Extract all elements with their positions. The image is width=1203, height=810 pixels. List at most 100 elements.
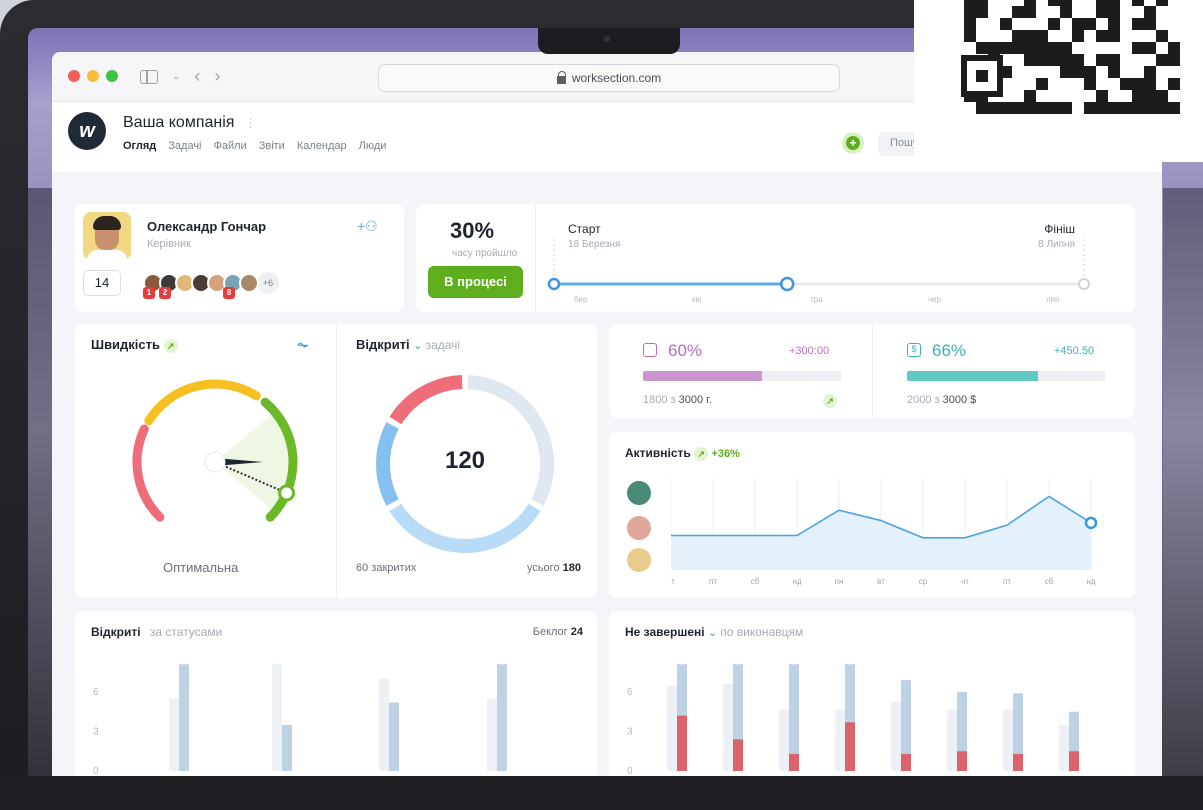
qr-module: [1120, 102, 1132, 114]
qr-module: [1144, 66, 1156, 78]
qr-module: [1156, 30, 1168, 42]
close-button[interactable]: [68, 70, 80, 82]
bar-background: [1059, 724, 1069, 771]
budget-card: 60% +300:00 1800 з 3000 г. ↗ $ 66% +450.…: [609, 324, 1135, 418]
chevron-down-icon[interactable]: ⌄: [413, 340, 425, 352]
plus-icon: +: [846, 136, 860, 150]
chevron-down-icon[interactable]: ⌄: [708, 627, 720, 639]
pulse-icon[interactable]: ⏦: [297, 336, 308, 353]
nav-overview[interactable]: Огляд: [123, 140, 156, 152]
qr-module: [1132, 102, 1144, 114]
bar-background: [1003, 709, 1013, 771]
qr-module: [976, 42, 988, 54]
nav-reports[interactable]: Звіти: [259, 140, 285, 152]
minimize-button[interactable]: [87, 70, 99, 82]
qr-module: [1036, 42, 1048, 54]
qr-module: [1156, 54, 1168, 66]
qr-module: [1084, 18, 1096, 30]
divider: [336, 324, 337, 598]
qr-code: [914, 0, 1203, 162]
qr-module: [1096, 0, 1108, 6]
camera-notch: [538, 28, 680, 54]
x-tick-label: ср: [919, 577, 928, 586]
timeline: бер кві тра чер лип: [547, 239, 1090, 304]
qr-module: [1060, 42, 1072, 54]
team-avatar[interactable]: [239, 273, 259, 293]
donut-blue-segment: [376, 422, 399, 506]
bar-value: [179, 664, 189, 771]
qr-module: [1108, 6, 1120, 18]
avatar[interactable]: [627, 516, 651, 540]
bar-overdue: [845, 722, 855, 771]
bar-background: [667, 685, 677, 771]
qr-module: [1120, 78, 1132, 90]
avatar[interactable]: [627, 481, 651, 505]
total-count-label: усього: [526, 562, 560, 574]
qr-module: [1012, 6, 1024, 18]
time-budget-bar: [643, 371, 841, 381]
y-tick-label: 0: [93, 766, 99, 776]
y-tick-label: 0: [627, 766, 633, 776]
laptop-bottom-bezel: [0, 776, 1203, 810]
x-tick-label: чт: [961, 577, 969, 586]
qr-module: [1108, 30, 1120, 42]
qr-module: [976, 6, 988, 18]
qr-module: [1132, 18, 1144, 30]
add-button[interactable]: +: [842, 132, 864, 154]
member-count[interactable]: 14: [83, 270, 121, 296]
x-tick-label: вт: [877, 577, 885, 586]
avatar[interactable]: [627, 548, 651, 572]
nav-calendar[interactable]: Календар: [297, 140, 347, 152]
bar-background: [169, 698, 179, 771]
company-title[interactable]: Ваша компанія ⋮: [123, 114, 256, 132]
status-bars-title-text: Відкриті: [91, 625, 141, 639]
add-member-icon[interactable]: +⚇: [357, 218, 383, 240]
sidebar-toggle-icon[interactable]: [140, 69, 158, 84]
laptop-frame: ⌄ ‹ › worksection.com w Ваша компанія ⋮ …: [0, 0, 1203, 810]
forward-arrow-icon[interactable]: ›: [214, 66, 220, 87]
company-name: Ваша компанія: [123, 114, 235, 131]
nav-people[interactable]: Люди: [359, 140, 387, 152]
qr-module: [1024, 42, 1036, 54]
qr-module: [1024, 6, 1036, 18]
qr-module: [988, 42, 1000, 54]
qr-module: [1060, 66, 1072, 78]
status-button[interactable]: В процесі: [428, 266, 523, 298]
qr-module: [1084, 78, 1096, 90]
qr-module: [1108, 0, 1120, 6]
time-budget-used: 1800 з 3000 г.: [643, 394, 712, 406]
money-budget-delta: +450.50: [1054, 345, 1095, 357]
address-bar[interactable]: worksection.com: [378, 64, 840, 92]
qr-module: [1024, 0, 1036, 6]
nav-tasks[interactable]: Задачі: [168, 140, 201, 152]
assignee-bars-title-text: Не завершені: [625, 625, 705, 639]
divider: [535, 204, 536, 312]
bar-overdue: [1013, 753, 1023, 771]
qr-module: [1132, 42, 1144, 54]
bar-overdue: [733, 739, 743, 771]
qr-module: [1144, 18, 1156, 30]
time-budget-percent: 60%: [668, 341, 703, 360]
qr-module: [1060, 0, 1072, 6]
month-label: чер: [928, 295, 942, 304]
qr-module: [1048, 54, 1060, 66]
more-vertical-icon[interactable]: ⋮: [244, 116, 256, 130]
avatar[interactable]: [83, 212, 131, 260]
qr-module: [964, 0, 976, 6]
qr-module: [1108, 54, 1120, 66]
qr-module: [1000, 42, 1012, 54]
back-arrow-icon[interactable]: ‹: [194, 66, 200, 87]
nav-files[interactable]: Файли: [214, 140, 247, 152]
maximize-button[interactable]: [106, 70, 118, 82]
qr-module: [1048, 18, 1060, 30]
month-label: кві: [692, 295, 702, 304]
bar-overdue: [901, 753, 911, 771]
x-tick-label: пн: [835, 577, 844, 586]
bar-overdue: [1069, 751, 1079, 771]
qr-module: [1132, 90, 1144, 102]
more-members-badge[interactable]: +6: [257, 272, 279, 294]
qr-module: [1024, 102, 1036, 114]
worksection-logo[interactable]: w: [68, 112, 106, 150]
chevron-down-icon[interactable]: ⌄: [172, 71, 180, 82]
gauge-yellow-segment: [144, 379, 261, 426]
